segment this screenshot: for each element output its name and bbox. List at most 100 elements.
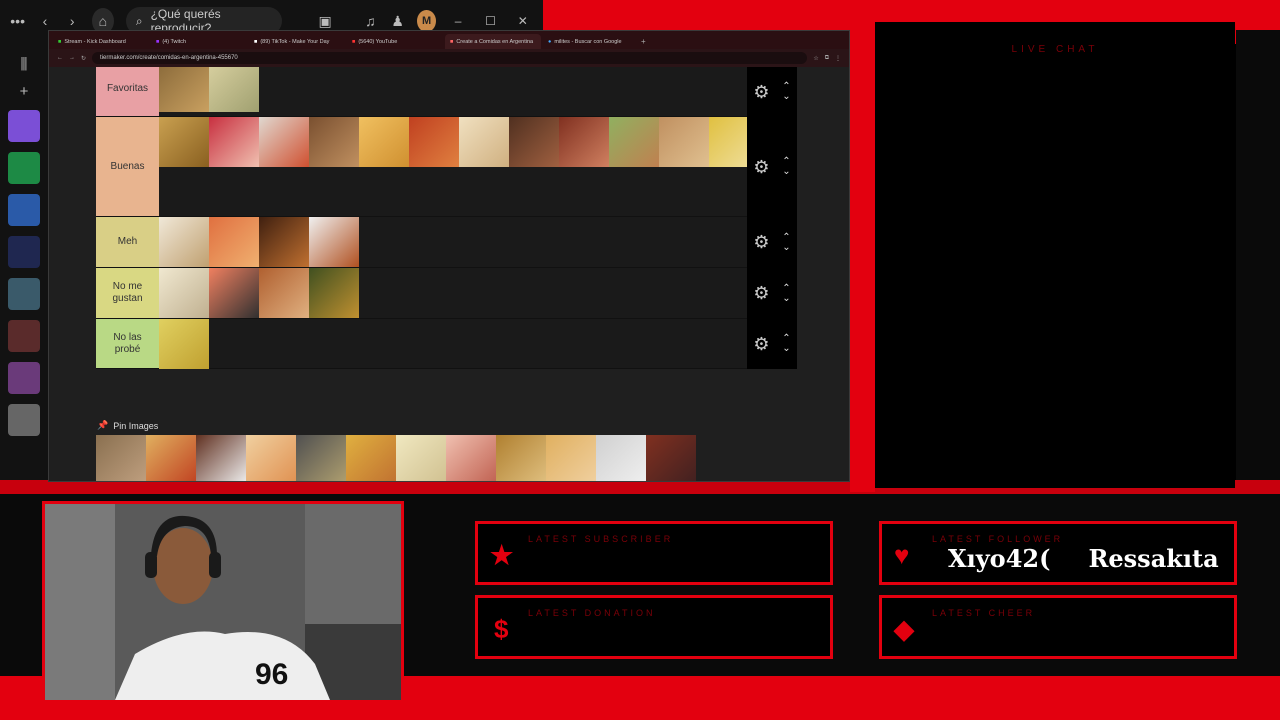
food-image[interactable] bbox=[246, 435, 296, 481]
heart-icon: ♥ bbox=[894, 540, 910, 570]
overlay-divider bbox=[850, 30, 875, 492]
star-icon[interactable]: ☆ bbox=[813, 55, 818, 62]
menu-icon[interactable]: ⋮ bbox=[835, 55, 841, 62]
url-input[interactable]: tiermaker.com/create/comidas-en-argentin… bbox=[92, 52, 808, 64]
playlist-thumb[interactable] bbox=[8, 236, 40, 268]
gear-icon[interactable]: ⚙ bbox=[753, 157, 769, 178]
playlist-thumb[interactable] bbox=[8, 194, 40, 226]
food-image[interactable] bbox=[509, 117, 559, 167]
chevron-down-icon[interactable]: ⌄ bbox=[782, 92, 790, 102]
liked-songs-icon[interactable] bbox=[8, 110, 40, 142]
food-image[interactable] bbox=[346, 435, 396, 481]
minimize-icon[interactable]: – bbox=[448, 14, 468, 28]
tier-label: Favoritas bbox=[96, 67, 159, 116]
food-image[interactable] bbox=[146, 435, 196, 481]
food-image[interactable] bbox=[196, 435, 246, 481]
chevron-down-icon[interactable]: ⌄ bbox=[782, 344, 790, 354]
food-image[interactable] bbox=[159, 117, 209, 167]
chevron-down-icon[interactable]: ⌄ bbox=[782, 242, 790, 253]
chevron-up-icon[interactable]: ⌃ bbox=[782, 232, 790, 243]
library-icon[interactable]: ⫼ bbox=[21, 56, 28, 73]
playlist-thumb[interactable] bbox=[8, 320, 40, 352]
browse-icon[interactable]: ▣ bbox=[318, 13, 333, 30]
add-icon[interactable]: + bbox=[20, 83, 29, 100]
forward-arrow-icon[interactable]: › bbox=[65, 13, 80, 29]
food-image[interactable] bbox=[359, 117, 409, 167]
saved-episodes-icon[interactable] bbox=[8, 152, 40, 184]
tier-controls: ⚙ ⌃ ⌄ bbox=[747, 217, 797, 268]
food-image[interactable] bbox=[409, 117, 459, 167]
food-image[interactable] bbox=[309, 117, 359, 167]
chevron-up-icon[interactable]: ⌃ bbox=[782, 283, 790, 294]
food-image[interactable] bbox=[159, 319, 209, 369]
food-image[interactable] bbox=[559, 117, 609, 167]
back-icon[interactable]: ← bbox=[57, 55, 63, 61]
chevron-down-icon[interactable]: ⌄ bbox=[782, 293, 790, 304]
gear-icon[interactable]: ⚙ bbox=[753, 82, 769, 103]
live-chat-title: LIVE CHAT bbox=[1011, 44, 1099, 55]
extensions-icon[interactable]: ⧉ bbox=[825, 55, 829, 62]
tier-row-meh: Meh bbox=[96, 217, 796, 268]
food-image[interactable] bbox=[659, 117, 709, 167]
latest-donation-title: LATEST DONATION bbox=[528, 608, 656, 618]
tier-items[interactable] bbox=[159, 268, 796, 318]
food-image[interactable] bbox=[309, 268, 359, 318]
pin-images-row[interactable] bbox=[96, 435, 696, 481]
gear-icon[interactable]: ⚙ bbox=[753, 232, 769, 253]
playlist-thumb[interactable] bbox=[8, 362, 40, 394]
tab-kick[interactable]: ■ Stream - Kick Dashboard bbox=[53, 34, 149, 49]
food-image[interactable] bbox=[259, 117, 309, 167]
food-image[interactable] bbox=[546, 435, 596, 481]
tab-twitch[interactable]: ■ (4) Twitch bbox=[151, 34, 247, 49]
gear-icon[interactable]: ⚙ bbox=[753, 334, 769, 355]
tab-google[interactable]: ● milites - Buscar con Google bbox=[543, 34, 639, 49]
tab-youtube[interactable]: ■ (5640) YouTube bbox=[347, 34, 443, 49]
food-image[interactable] bbox=[459, 117, 509, 167]
diamond-icon: ◆ bbox=[894, 614, 914, 644]
tier-label: No las probé bbox=[96, 319, 159, 368]
food-image[interactable] bbox=[96, 435, 146, 481]
playlist-thumb[interactable] bbox=[8, 278, 40, 310]
friends-icon[interactable]: ♟ bbox=[390, 13, 405, 30]
dollar-icon: $ bbox=[494, 614, 509, 644]
food-image[interactable] bbox=[209, 217, 259, 267]
food-image[interactable] bbox=[596, 435, 646, 481]
food-image[interactable] bbox=[259, 217, 309, 267]
tier-controls: ⚙ ⌃ ⌄ bbox=[747, 319, 797, 369]
playlist-thumb[interactable] bbox=[8, 404, 40, 436]
food-image[interactable] bbox=[296, 435, 346, 481]
back-arrow-icon[interactable]: ‹ bbox=[37, 13, 52, 29]
address-bar: ← → ↻ tiermaker.com/create/comidas-en-ar… bbox=[49, 49, 849, 67]
avatar[interactable]: M bbox=[417, 10, 436, 32]
food-image[interactable] bbox=[259, 268, 309, 318]
food-image[interactable] bbox=[159, 217, 209, 267]
chevron-down-icon[interactable]: ⌄ bbox=[782, 167, 790, 177]
food-image[interactable] bbox=[159, 67, 209, 112]
gear-icon[interactable]: ⚙ bbox=[753, 283, 769, 304]
tier-items[interactable] bbox=[159, 319, 796, 369]
food-image[interactable] bbox=[609, 117, 659, 167]
food-image[interactable] bbox=[209, 67, 259, 112]
food-image[interactable] bbox=[159, 268, 209, 318]
food-image[interactable] bbox=[396, 435, 446, 481]
tab-tiermaker[interactable]: ■ Create a Comidas en Argentina bbox=[445, 34, 541, 49]
food-image[interactable] bbox=[309, 217, 359, 267]
tier-items[interactable] bbox=[159, 67, 796, 116]
forward-icon[interactable]: → bbox=[69, 55, 75, 61]
tier-row-no-me-gustan: No me gustan bbox=[96, 268, 796, 319]
close-icon[interactable]: ✕ bbox=[513, 14, 533, 28]
tier-items[interactable] bbox=[159, 117, 796, 216]
maximize-icon[interactable]: ☐ bbox=[480, 14, 500, 28]
tier-items[interactable] bbox=[159, 217, 796, 267]
menu-dots-icon[interactable]: ••• bbox=[10, 13, 25, 29]
food-image[interactable] bbox=[209, 268, 259, 318]
food-image[interactable] bbox=[496, 435, 546, 481]
new-tab-icon[interactable]: + bbox=[641, 37, 646, 46]
reload-icon[interactable]: ↻ bbox=[81, 55, 86, 62]
tab-tiktok[interactable]: ■ (89) TikTok - Make Your Day bbox=[249, 34, 345, 49]
live-chat-panel: LIVE CHAT bbox=[875, 22, 1235, 488]
food-image[interactable] bbox=[446, 435, 496, 481]
food-image[interactable] bbox=[209, 117, 259, 167]
food-image[interactable] bbox=[646, 435, 696, 481]
bell-icon[interactable]: ♫ bbox=[363, 13, 378, 29]
